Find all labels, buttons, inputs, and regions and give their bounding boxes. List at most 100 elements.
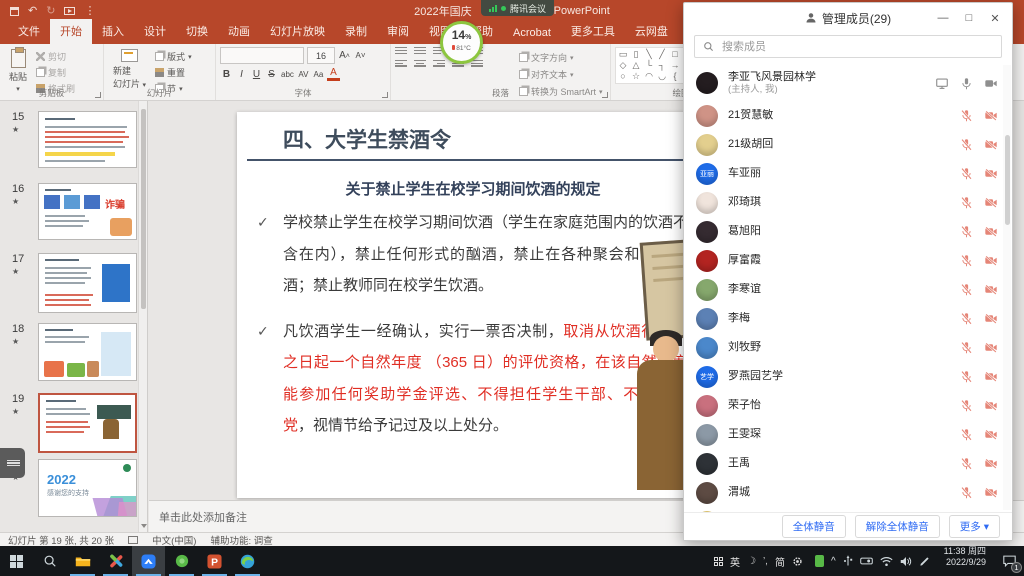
mic-muted-icon[interactable] — [960, 196, 973, 209]
display-settings-icon[interactable] — [128, 536, 138, 544]
text-direction-button[interactable]: 文字方向 ▾ — [519, 51, 603, 64]
align-right-icon[interactable] — [433, 60, 445, 67]
mic-muted-icon[interactable] — [960, 399, 973, 412]
accessibility-status[interactable]: 辅助功能: 调查 — [210, 533, 272, 547]
member-row[interactable]: 李寒谊 — [684, 275, 1012, 304]
ribbon-tab-11[interactable]: Acrobat — [503, 23, 561, 44]
ribbon-tab-12[interactable]: 更多工具 — [561, 19, 625, 44]
slide-thumb-17[interactable] — [38, 253, 137, 313]
ime-settings-gear-icon[interactable] — [792, 556, 803, 567]
mic-muted-icon[interactable] — [960, 109, 973, 122]
member-row[interactable]: 21级胡回 — [684, 130, 1012, 159]
tray-green-icon[interactable] — [815, 555, 824, 567]
mic-muted-icon[interactable] — [960, 225, 973, 238]
cam-off-icon[interactable] — [984, 312, 998, 325]
slide-thumb-18[interactable] — [38, 323, 137, 381]
member-row[interactable]: 李梅 — [684, 304, 1012, 333]
cam-off-icon[interactable] — [984, 225, 998, 238]
mic-muted-icon[interactable] — [960, 138, 973, 151]
cam-off-icon[interactable] — [984, 254, 998, 267]
font-dialog-launcher[interactable] — [382, 92, 388, 98]
italic-button[interactable]: I — [235, 69, 248, 80]
shape-icon[interactable]: ☆ — [631, 71, 641, 82]
ribbon-tab-7[interactable]: 录制 — [335, 19, 377, 44]
cam-off-icon[interactable] — [984, 457, 998, 470]
font-name-combo[interactable] — [220, 47, 304, 64]
ribbon-tab-8[interactable]: 审阅 — [377, 19, 419, 44]
ribbon-tab-4[interactable]: 切换 — [176, 19, 218, 44]
screen-icon[interactable] — [935, 77, 949, 90]
paragraph-dialog-launcher[interactable] — [602, 92, 608, 98]
mic-muted-icon[interactable] — [960, 370, 973, 383]
slide-subtitle[interactable]: 关于禁止学生在校学习期间饮酒的规定 — [255, 178, 691, 199]
wifi-icon[interactable] — [880, 556, 893, 567]
member-row[interactable]: 王雯琛 — [684, 420, 1012, 449]
redo-icon[interactable]: ↻ — [46, 6, 55, 17]
strikethrough-button[interactable]: S — [265, 69, 278, 80]
cam-off-icon[interactable] — [984, 370, 998, 383]
minimize-button[interactable]: — — [930, 12, 956, 24]
align-left-icon[interactable] — [395, 60, 407, 67]
close-button[interactable]: ✕ — [982, 12, 1008, 25]
ribbon-tab-0[interactable]: 文件 — [8, 19, 50, 44]
file-explorer-button[interactable] — [66, 546, 99, 576]
font-color-button[interactable]: A — [327, 68, 340, 81]
ribbon-tab-6[interactable]: 幻灯片放映 — [260, 19, 335, 44]
mic-muted-icon[interactable] — [960, 486, 973, 499]
ribbon-tab-13[interactable]: 云网盘 — [625, 19, 678, 44]
ime-simplified-indicator[interactable]: 简 — [775, 554, 785, 569]
mic-muted-icon[interactable] — [960, 457, 973, 470]
taskbar-search-button[interactable] — [33, 546, 66, 576]
slide-thumb-19-selected[interactable] — [38, 393, 137, 453]
green-app-button[interactable] — [165, 546, 198, 576]
cam-off-icon[interactable] — [984, 283, 998, 296]
shape-icon[interactable]: ◡ — [657, 71, 667, 82]
cam-off-icon[interactable] — [984, 196, 998, 209]
shape-icon[interactable]: ◠ — [644, 71, 654, 82]
cam-off-icon[interactable] — [984, 399, 998, 412]
language-indicator[interactable]: 中文(中国) — [152, 533, 196, 547]
cam-off-icon[interactable] — [984, 428, 998, 441]
columns-icon[interactable] — [471, 60, 483, 67]
shape-icon[interactable]: ▯ — [631, 49, 641, 60]
thumbnail-scrollbar[interactable] — [138, 101, 147, 532]
mic-muted-icon[interactable] — [960, 167, 973, 180]
bullet-list-icon[interactable] — [395, 47, 407, 54]
mic-muted-icon[interactable] — [960, 428, 973, 441]
unmute-all-button[interactable]: 解除全体静音 — [855, 515, 940, 538]
maximize-button[interactable]: □ — [956, 12, 982, 24]
mute-all-button[interactable]: 全体静音 — [782, 515, 846, 538]
slideshow-icon[interactable] — [64, 7, 75, 15]
member-row[interactable]: 刘牧野 — [684, 333, 1012, 362]
mic-muted-icon[interactable] — [960, 254, 973, 267]
shape-icon[interactable]: ┐ — [657, 60, 667, 71]
slide-title[interactable]: 四、大学生禁酒令 — [283, 124, 451, 154]
shape-icon[interactable]: ◇ — [618, 60, 628, 71]
cam-off-icon[interactable] — [984, 167, 998, 180]
ime-moon-icon[interactable]: ☽ — [747, 556, 756, 567]
member-row[interactable]: 厚富霞 — [684, 246, 1012, 275]
shape-icon[interactable]: □ — [670, 49, 680, 60]
member-row[interactable]: 葛旭阳 — [684, 217, 1012, 246]
projector-icon[interactable] — [860, 556, 873, 566]
tencent-meeting-pill[interactable]: 腾讯会议 — [481, 0, 554, 16]
tencent-meeting-button[interactable] — [132, 546, 165, 576]
undo-icon[interactable]: ↶ — [28, 6, 37, 17]
clipboard-dialog-launcher[interactable] — [95, 92, 101, 98]
shape-icon[interactable]: → — [670, 60, 680, 71]
action-center-button[interactable]: 1 — [994, 546, 1024, 576]
usb-icon[interactable] — [843, 555, 853, 567]
cam-off-icon[interactable] — [984, 109, 998, 122]
ribbon-tab-1[interactable]: 开始 — [50, 19, 92, 44]
member-row[interactable]: 邓琦琪 — [684, 188, 1012, 217]
slide-thumb-20[interactable]: 2022 感谢您的支持 — [38, 459, 137, 517]
more-button[interactable]: 更多 ▾ — [949, 515, 1000, 538]
pen-icon[interactable] — [919, 556, 930, 567]
shape-icon[interactable]: ╱ — [657, 49, 667, 60]
underline-button[interactable]: U — [250, 69, 263, 80]
shape-icon[interactable]: △ — [631, 60, 641, 71]
taskbar-clock[interactable]: 11:38 周四 2022/9/29 — [936, 546, 994, 576]
search-input[interactable] — [720, 40, 993, 54]
mic-muted-icon[interactable] — [960, 283, 973, 296]
char-spacing-button[interactable]: AV — [297, 70, 310, 79]
